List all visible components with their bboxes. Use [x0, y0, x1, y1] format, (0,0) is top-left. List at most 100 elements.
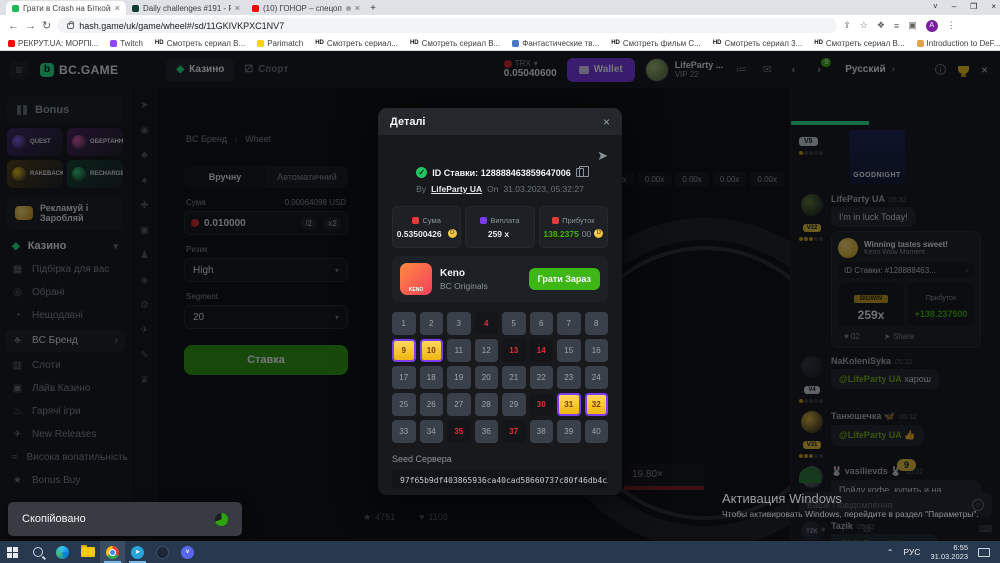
- window-restore-icon[interactable]: ❐: [970, 2, 977, 11]
- seed-label: Seed Сервера: [392, 454, 608, 464]
- keno-number: 39: [557, 420, 581, 443]
- stat-label: Виплата: [490, 216, 519, 225]
- keno-number: 4: [475, 312, 499, 335]
- seed-value[interactable]: 97f65b9df403865936ca40cad58660737c80f46d…: [392, 470, 608, 488]
- keno-number: 12: [475, 339, 499, 362]
- keno-number: 17: [392, 366, 416, 389]
- taskbar-date: 31.03.2023: [930, 552, 968, 561]
- keno-number: 36: [475, 420, 499, 443]
- keno-number: 33: [392, 420, 416, 443]
- start-button[interactable]: [0, 541, 25, 563]
- hd-badge-icon: HD: [713, 40, 722, 46]
- side-panel-icon[interactable]: ▣: [908, 20, 917, 31]
- taskbar-clock[interactable]: 6:55 31.03.2023: [930, 543, 968, 561]
- bookmark-favicon: [512, 40, 519, 47]
- stat-label: Сума: [422, 216, 440, 225]
- keno-number: 30: [530, 393, 554, 416]
- keno-number: 31: [557, 393, 581, 416]
- copy-icon[interactable]: [576, 168, 584, 177]
- url-field[interactable]: hash.game/uk/game/wheel#/sd/11GKIVKPXC1N…: [57, 18, 837, 33]
- search-button[interactable]: [25, 541, 50, 563]
- telegram-icon[interactable]: ➤: [125, 541, 150, 563]
- bookmark-favicon: [8, 40, 15, 47]
- profile-avatar[interactable]: A: [926, 20, 938, 32]
- back-icon[interactable]: ←: [8, 20, 19, 32]
- by-label: By: [416, 184, 426, 194]
- tray-chevron-icon[interactable]: ⌃: [887, 548, 894, 557]
- modal-share-icon[interactable]: ➤: [392, 141, 608, 167]
- chrome-menu-icon[interactable]: ⋮: [947, 20, 956, 31]
- bookmark-item[interactable]: Twitch: [110, 39, 143, 48]
- keno-number: 1: [392, 312, 416, 335]
- bookmark-item[interactable]: HDСмотреть сериал В...: [155, 39, 245, 48]
- bookmark-item[interactable]: HDСмотреть фильм С...: [611, 39, 701, 48]
- bookmark-item[interactable]: Parimatch: [257, 39, 303, 48]
- bet-stat-cell: Прибуток 138.237500D: [539, 206, 608, 248]
- keno-number: 22: [530, 366, 554, 389]
- browser-tab[interactable]: Грати в Crash на Біткойни онлай ×: [6, 1, 126, 15]
- play-now-button[interactable]: Грати Зараз: [529, 268, 600, 290]
- keno-number: 16: [585, 339, 609, 362]
- toast-text: Скопійовано: [22, 513, 86, 525]
- keno-number: 10: [420, 339, 444, 362]
- window-close-icon[interactable]: ×: [991, 2, 996, 11]
- modal-close-icon[interactable]: ×: [603, 115, 610, 129]
- bet-author-row: By LifeParty UA On 31.03.2023, 05:32:27: [392, 184, 608, 194]
- bet-stats: Сума 0.53500426DВиплата 259 xПрибуток 13…: [392, 206, 608, 248]
- bookmark-item[interactable]: HDСмотреть сериал 3...: [713, 39, 802, 48]
- watermark-subtitle: Чтобы активировать Windows, перейдите в …: [722, 509, 979, 519]
- game-name: Keno: [440, 268, 488, 279]
- reading-list-icon[interactable]: ≡: [894, 21, 899, 31]
- tab-close-icon[interactable]: ×: [355, 3, 360, 13]
- discord-icon[interactable]: v: [175, 541, 200, 563]
- file-explorer-icon[interactable]: [75, 541, 100, 563]
- game-provider: BC Originals: [440, 281, 488, 291]
- bet-datetime: 31.03.2023, 05:32:27: [503, 184, 583, 194]
- keno-number: 11: [447, 339, 471, 362]
- new-tab-button[interactable]: +: [366, 1, 380, 15]
- copied-toast: Скопійовано: [8, 502, 242, 536]
- taskbar: ➤ v ⌃ РУС 6:55 31.03.2023: [0, 541, 1000, 563]
- hd-badge-icon: HD: [611, 40, 620, 46]
- keno-number: 25: [392, 393, 416, 416]
- window-minimize-icon[interactable]: –: [952, 2, 956, 11]
- bookmark-item[interactable]: HDСмотреть сериал В...: [410, 39, 500, 48]
- tab-close-icon[interactable]: ×: [115, 3, 120, 13]
- player-link[interactable]: LifeParty UA: [431, 184, 482, 194]
- stat-value: 138.2375: [543, 229, 578, 239]
- notification-center-icon[interactable]: [978, 548, 990, 557]
- browser-tab[interactable]: Daily challenges #191 - Flash Ch ×: [126, 1, 246, 15]
- steam-icon[interactable]: [150, 541, 175, 563]
- edge-icon[interactable]: [50, 541, 75, 563]
- keno-number: 9: [392, 339, 416, 362]
- extensions-icon[interactable]: ❖: [877, 20, 885, 31]
- modal-header: Деталі ×: [378, 108, 622, 135]
- keno-number: 6: [530, 312, 554, 335]
- bookmark-label: Смотреть сериал В...: [422, 39, 501, 48]
- bookmark-favicon: [110, 40, 117, 47]
- bookmark-item[interactable]: HDСмотреть сериал В...: [814, 39, 904, 48]
- bookmark-star-icon[interactable]: ☆: [860, 20, 868, 31]
- bookmark-item[interactable]: HDСмотреть сериал...: [315, 39, 398, 48]
- keno-number: 15: [557, 339, 581, 362]
- keno-number: 19: [447, 366, 471, 389]
- keno-number: 34: [420, 420, 444, 443]
- bookmark-item[interactable]: Introduction to DeF...: [917, 39, 1000, 48]
- game-card: KENO Keno BC Originals Грати Зараз: [392, 256, 608, 302]
- chrome-icon[interactable]: [100, 541, 125, 563]
- stat-value: 0.53500426: [397, 229, 442, 239]
- keno-number: 21: [502, 366, 526, 389]
- reload-icon[interactable]: ↻: [42, 19, 51, 32]
- bookmark-item[interactable]: РЕКРУТ.UA: МОРПІ...: [8, 39, 98, 48]
- watermark-title: Активация Windows: [722, 491, 979, 506]
- bookmark-item[interactable]: Фантастические тв...: [512, 39, 599, 48]
- tab-close-icon[interactable]: ×: [235, 3, 240, 13]
- share-icon[interactable]: ⇪: [843, 20, 851, 31]
- language-indicator[interactable]: РУС: [903, 547, 920, 557]
- taskbar-time: 6:55: [930, 543, 968, 552]
- keno-number: 23: [557, 366, 581, 389]
- browser-tab[interactable]: (10) ГОНОР – спецоперація ×: [246, 1, 366, 15]
- window-menu-icon[interactable]: ˅: [933, 2, 938, 11]
- keno-number: 38: [530, 420, 554, 443]
- forward-icon[interactable]: →: [25, 20, 36, 32]
